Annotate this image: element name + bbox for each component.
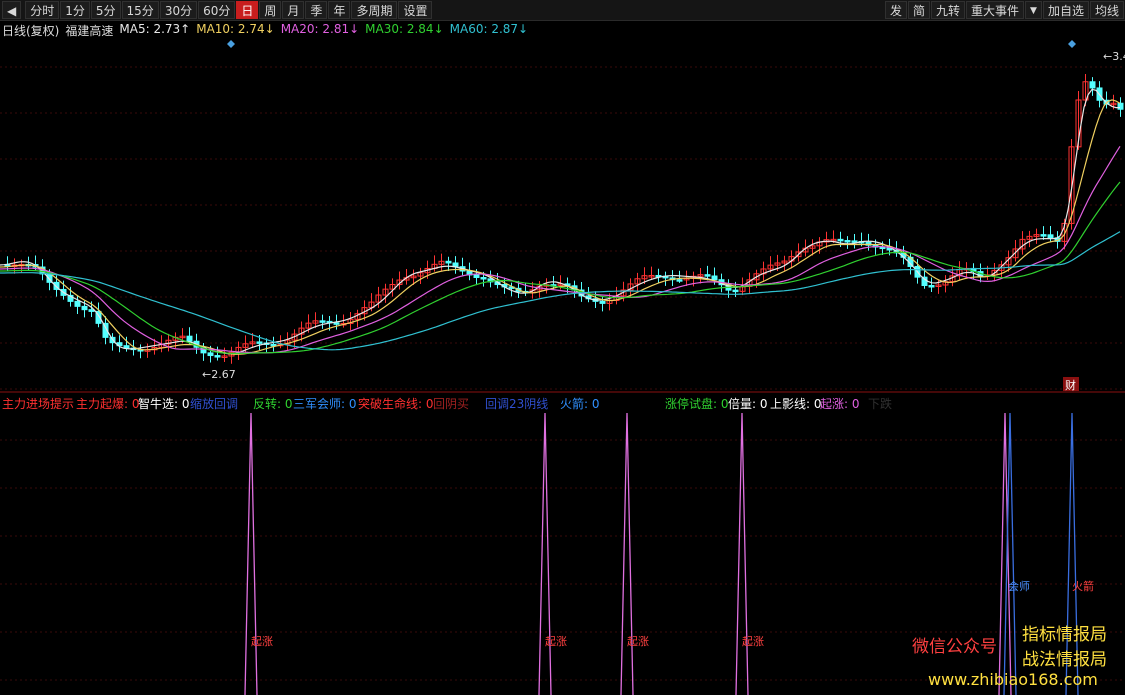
toolbar-right-button[interactable]: 简	[908, 1, 931, 19]
candle-body	[732, 289, 739, 293]
ma20-line	[0, 145, 1121, 354]
period-tab[interactable]: 季	[305, 1, 328, 19]
toolbar-right-button[interactable]: 重大事件	[966, 1, 1025, 19]
indicator-label: 涨停试盘: 0	[665, 397, 729, 411]
candle-body	[74, 300, 81, 307]
ma-item: MA20: 2.81↓	[280, 22, 360, 36]
candle-body	[123, 345, 130, 349]
toolbar-right-button[interactable]: 九转	[931, 1, 966, 19]
rocket-signal-label: 火箭	[1072, 579, 1094, 593]
candle-body	[1047, 234, 1054, 239]
watermark-wechat: 微信公众号	[912, 637, 997, 657]
period-tab[interactable]: 60分	[198, 1, 236, 19]
toolbar-right-button[interactable]: 发	[884, 1, 907, 19]
candle-body	[844, 240, 851, 243]
indicator-label: 三军会师: 0	[293, 397, 357, 411]
indicator-label: 回调23阴线	[485, 397, 549, 411]
candle-body	[1040, 234, 1047, 237]
candle-body	[1117, 102, 1124, 110]
candle-body	[928, 285, 935, 288]
watermark-url: www.zhibiao168.com	[928, 670, 1098, 689]
fin-badge: 财	[1065, 378, 1076, 392]
period-tab[interactable]: 月	[282, 1, 305, 19]
meet-signal-label: 会师	[1008, 580, 1030, 593]
indicator-label: 主力进场提示	[2, 397, 75, 411]
indicator-label: 起涨: 0	[820, 397, 860, 411]
back-button[interactable]: ◀	[2, 1, 22, 19]
indicator-label: 突破生命线: 0	[358, 397, 434, 411]
rise-signal-label: 起涨	[742, 635, 764, 648]
period-tab[interactable]: 年	[328, 1, 351, 19]
rise-signal-label: 起涨	[545, 635, 567, 648]
candle-body	[704, 274, 711, 277]
ma-item: MA30: 2.84↓	[365, 22, 444, 36]
candle-body	[1089, 81, 1096, 89]
candle-body	[88, 309, 95, 312]
period-tab[interactable]: 周	[259, 1, 282, 19]
toolbar-right-button[interactable]: 均线	[1089, 1, 1124, 19]
candle-body	[445, 260, 452, 264]
period-tab[interactable]: 5分	[90, 1, 121, 19]
period-label: 日线(复权)	[2, 24, 60, 38]
ma10-line	[0, 99, 1121, 355]
candle-body	[207, 352, 214, 357]
indicator-label: 回阴买	[433, 397, 470, 411]
candle-body	[851, 240, 858, 243]
indicator-label: 火箭: 0	[560, 397, 600, 411]
ma-legend: 日线(复权) 福建高速 MA5: 2.73↑ MA10: 2.74↓ MA20: 2…	[2, 22, 528, 38]
indicator-legend: 主力进场提示 主力起爆: 0 智牛选: 0 缩放回调 反转: 0 三军会师: 0 突破生命线…	[0, 395, 1125, 411]
ma-item: MA10: 2.74↓	[196, 22, 275, 36]
indicator-label: 下跌	[868, 397, 893, 411]
candle-body	[186, 335, 193, 342]
candle-body	[319, 320, 326, 323]
candle-body	[599, 300, 606, 304]
ma5-line	[0, 88, 1120, 355]
indicator-label: 倍量: 0	[728, 397, 768, 411]
indicator-label: 反转: 0	[253, 397, 293, 411]
high-price-label: ←3.48	[1103, 50, 1125, 63]
candle-body	[837, 238, 844, 242]
period-tab[interactable]: 设置	[398, 1, 433, 19]
candle-body	[676, 279, 683, 282]
indicator-label: 上影线: 0	[770, 397, 822, 411]
candle-body	[333, 322, 340, 325]
indicator-label: 主力起爆: 0	[76, 397, 140, 411]
signal-spike	[538, 412, 552, 695]
period-tab[interactable]: 15分	[121, 1, 159, 19]
candle-body	[480, 276, 487, 280]
watermark-brand1: 指标情报局	[1022, 625, 1107, 645]
candle-body	[81, 305, 88, 311]
toolbar-right-button[interactable]: 加自选	[1042, 1, 1089, 19]
indicator-label: 智牛选: 0	[138, 397, 190, 411]
candle-body	[711, 275, 718, 281]
ma-item: MA60: 2.87↓	[449, 22, 529, 36]
period-tab[interactable]: 分时	[25, 1, 60, 19]
period-tab[interactable]: 多周期	[351, 1, 398, 19]
watermark-brand2: 战法情报局	[1022, 650, 1107, 670]
period-tab[interactable]: 日	[236, 1, 259, 19]
toolbar: ◀ 分时 1分 5分 15分 30分 60分日周月季年多周期 设置 发简九转 重大事件 ▼ 加自选 均线	[0, 0, 1125, 21]
candle-body	[473, 274, 480, 278]
stock-name: 福建高速	[65, 24, 114, 38]
candle-body	[214, 355, 221, 358]
triangle-down-icon[interactable]: ▼	[1025, 1, 1042, 19]
signal-spike	[244, 412, 258, 695]
signal-spike	[735, 412, 749, 695]
kline-chart[interactable]: ←3.48 ←2.67 财起涨 起涨 起涨 起涨 会师 火箭	[0, 0, 1125, 695]
diamond-marker-icon	[1068, 40, 1076, 48]
rise-signal-label: 起涨	[627, 635, 649, 648]
indicator-label: 缩放回调	[190, 397, 239, 411]
candle-body	[256, 341, 263, 344]
ma-item: MA5: 2.73↑	[119, 22, 191, 36]
low-price-label: ←2.67	[202, 368, 236, 381]
diamond-marker-icon	[227, 40, 235, 48]
signal-spike	[620, 412, 634, 695]
rise-signal-label: 起涨	[251, 635, 273, 648]
period-tab[interactable]: 1分	[60, 1, 90, 19]
left-arrow-icon: ◀	[7, 4, 17, 18]
period-tab[interactable]: 30分	[159, 1, 198, 19]
